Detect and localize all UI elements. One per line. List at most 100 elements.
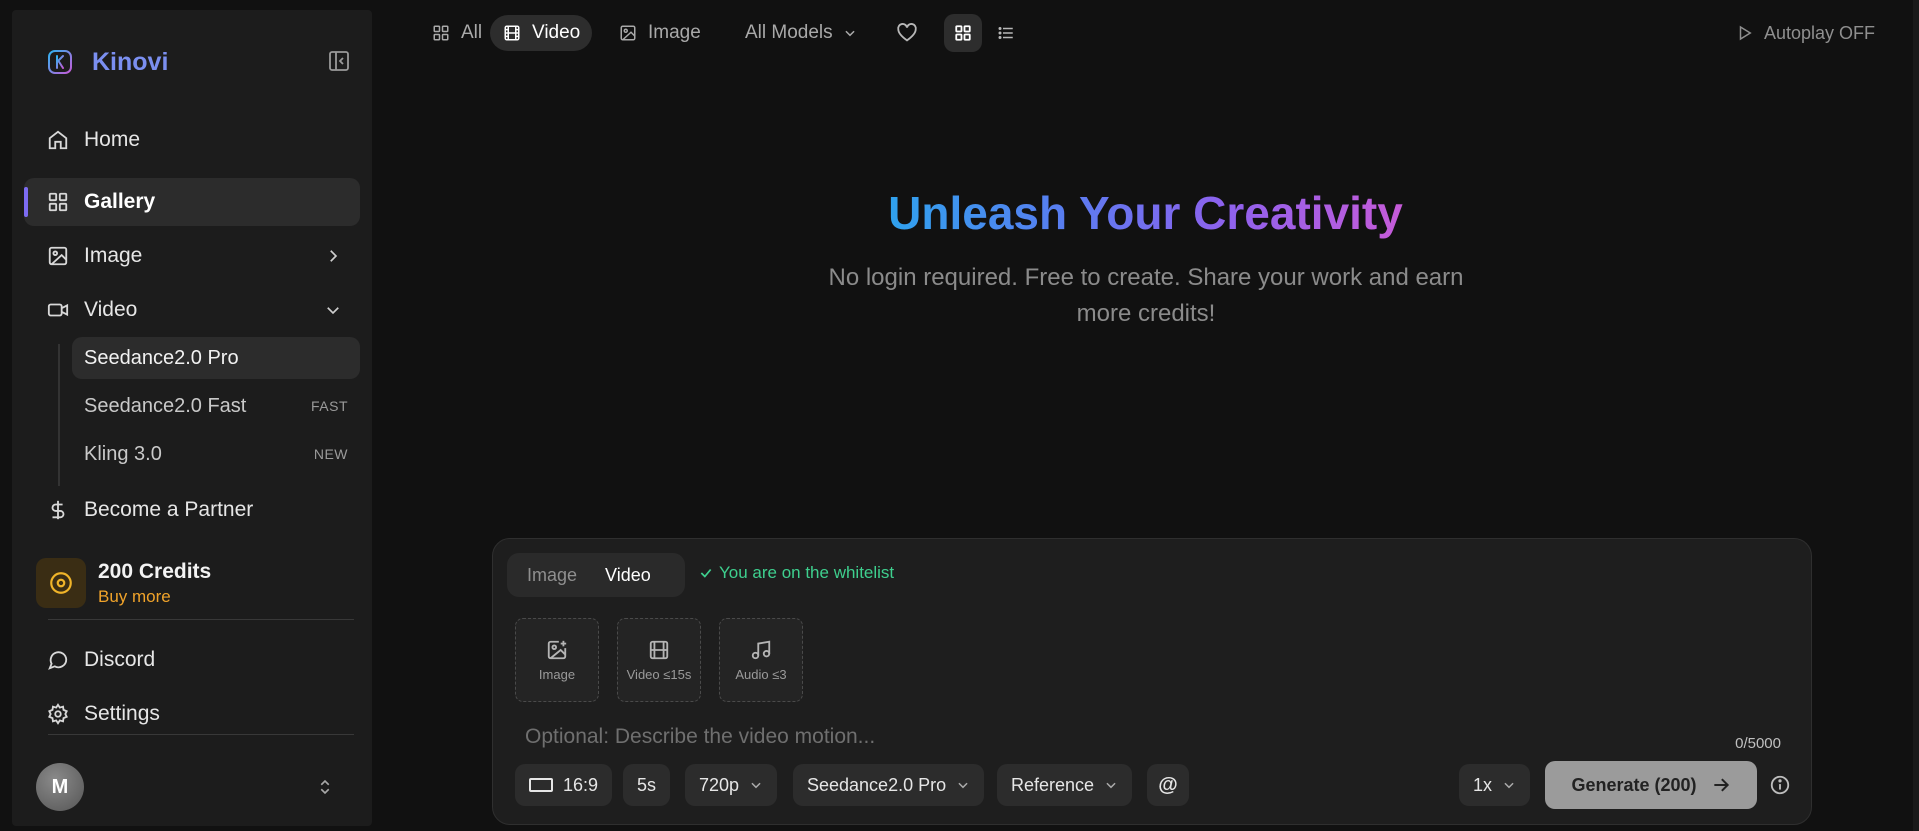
- favorites-button[interactable]: [888, 14, 926, 52]
- list-icon: [997, 24, 1015, 42]
- sidebar-item-image[interactable]: Image: [24, 232, 360, 280]
- sidebar-item-discord[interactable]: Discord: [24, 636, 360, 684]
- character-counter: 0/5000: [1735, 735, 1781, 752]
- sidebar-subitem-label: Kling 3.0: [84, 442, 162, 465]
- mode-image-option[interactable]: Image: [507, 565, 597, 586]
- resolution-value: 720p: [699, 774, 740, 795]
- aspect-ratio-icon: [529, 777, 553, 793]
- reference-mode-value: Reference: [1011, 774, 1095, 795]
- at-sign-icon: @: [1158, 773, 1178, 796]
- hero-subtitle: No login required. Free to create. Share…: [828, 264, 1464, 327]
- generate-label: Generate (200): [1571, 774, 1697, 795]
- chevron-up-down-icon: [316, 777, 334, 797]
- generate-button[interactable]: Generate (200): [1545, 761, 1757, 809]
- credits-amount: 200 Credits: [98, 559, 212, 583]
- upload-audio-slot[interactable]: Audio ≤3: [719, 618, 803, 702]
- media-mode-switch: Image Video: [507, 553, 685, 597]
- sidebar-collapse-icon: [328, 50, 350, 72]
- sidebar-subitem-seedance-fast[interactable]: Seedance2.0 Fast FAST: [72, 385, 360, 427]
- upload-image-slot[interactable]: Image: [515, 618, 599, 702]
- buy-more-link[interactable]: Buy more: [98, 587, 211, 607]
- duration-button[interactable]: 5s: [623, 764, 671, 806]
- filter-video-tab[interactable]: Video: [490, 15, 593, 51]
- sidebar-item-label: Image: [84, 244, 143, 267]
- sidebar-item-label: Home: [84, 128, 141, 151]
- fast-badge: FAST: [310, 398, 348, 414]
- grid-icon: [954, 24, 972, 42]
- sidebar-item-partner[interactable]: Become a Partner: [24, 486, 360, 534]
- models-dropdown[interactable]: All Models: [733, 15, 869, 51]
- image-add-icon: [546, 639, 568, 661]
- model-dropdown[interactable]: Seedance2.0 Pro: [793, 764, 985, 806]
- tab-label: Image: [648, 22, 701, 43]
- aspect-ratio-value: 16:9: [563, 774, 599, 795]
- grid-view-button[interactable]: [944, 14, 982, 52]
- video-camera-icon: [46, 298, 70, 322]
- music-note-icon: [750, 639, 772, 661]
- collapse-sidebar-button[interactable]: [325, 47, 353, 75]
- resolution-dropdown[interactable]: 720p: [685, 764, 778, 806]
- chevron-down-icon: [324, 301, 342, 319]
- arrow-right-icon: [1711, 775, 1731, 795]
- chevron-down-icon: [749, 778, 763, 792]
- models-dropdown-label: All Models: [745, 22, 833, 43]
- sidebar-item-label: Become a Partner: [84, 498, 254, 521]
- chevron-down-icon: [956, 778, 970, 792]
- autoplay-label: Autoplay OFF: [1763, 22, 1875, 43]
- sidebar-item-settings[interactable]: Settings: [24, 690, 360, 738]
- submenu-line: [58, 344, 60, 486]
- autoplay-toggle[interactable]: Autoplay OFF: [1736, 15, 1875, 51]
- chevron-down-icon: [1502, 778, 1516, 792]
- tab-label: All: [461, 22, 483, 43]
- prompt-input[interactable]: [525, 721, 1425, 753]
- multiplier-dropdown[interactable]: 1x: [1459, 764, 1531, 806]
- heart-icon: [896, 22, 918, 44]
- sidebar-item-label: Settings: [84, 702, 160, 725]
- info-button[interactable]: [1769, 774, 1791, 796]
- new-badge: NEW: [313, 446, 348, 462]
- filter-all-tab[interactable]: All: [419, 15, 494, 51]
- sidebar-item-video[interactable]: Video: [24, 286, 360, 334]
- list-view-button[interactable]: [987, 14, 1025, 52]
- sidebar-subitem-seedance-pro[interactable]: Seedance2.0 Pro: [72, 337, 360, 379]
- upload-label: Audio ≤3: [735, 666, 787, 682]
- upload-label: Image: [538, 666, 576, 682]
- credits-card[interactable]: 200 Credits Buy more: [36, 550, 356, 616]
- multiplier-value: 1x: [1473, 774, 1493, 795]
- upload-video-slot[interactable]: Video ≤15s: [617, 618, 701, 702]
- sidebar-subitem-label: Seedance2.0 Fast: [84, 394, 247, 417]
- home-icon: [46, 128, 70, 152]
- sidebar-subitem-label: Seedance2.0 Pro: [84, 346, 239, 369]
- user-menu[interactable]: M: [36, 762, 356, 812]
- chevron-down-icon: [1104, 778, 1118, 792]
- hero-title: Unleash Your Creativity: [888, 187, 1403, 239]
- duration-value: 5s: [637, 774, 657, 795]
- scrollbar-track[interactable]: [1913, 0, 1919, 831]
- sidebar-subitem-kling[interactable]: Kling 3.0 NEW: [72, 433, 360, 475]
- film-icon: [502, 23, 522, 43]
- sidebar-item-gallery[interactable]: Gallery: [24, 178, 360, 226]
- image-icon: [46, 244, 70, 268]
- sidebar-item-home[interactable]: Home: [24, 116, 360, 164]
- chevron-down-icon: [843, 26, 857, 40]
- image-icon: [618, 23, 638, 43]
- coin-icon: [36, 558, 86, 608]
- whitelist-status: You are on the whitelist: [699, 563, 894, 583]
- brand[interactable]: Kinovi: [46, 44, 168, 80]
- chat-bubble-icon: [46, 648, 70, 672]
- info-icon: [1769, 774, 1791, 796]
- sidebar: Kinovi Home Gallery Image Video Seedance…: [12, 10, 372, 826]
- aspect-ratio-button[interactable]: 16:9: [515, 764, 613, 806]
- mention-button[interactable]: @: [1147, 764, 1189, 806]
- divider: [48, 734, 354, 735]
- grid-icon: [46, 190, 70, 214]
- brand-name: Kinovi: [92, 47, 169, 76]
- prompt-composer: Image Video You are on the whitelist Ima…: [492, 538, 1812, 825]
- check-icon: [699, 566, 713, 580]
- filter-image-tab[interactable]: Image: [606, 15, 713, 51]
- reference-mode-dropdown[interactable]: Reference: [997, 764, 1133, 806]
- model-value: Seedance2.0 Pro: [807, 774, 947, 795]
- gear-icon: [46, 702, 70, 726]
- grid-icon: [431, 23, 451, 43]
- mode-video-option[interactable]: Video: [597, 565, 671, 586]
